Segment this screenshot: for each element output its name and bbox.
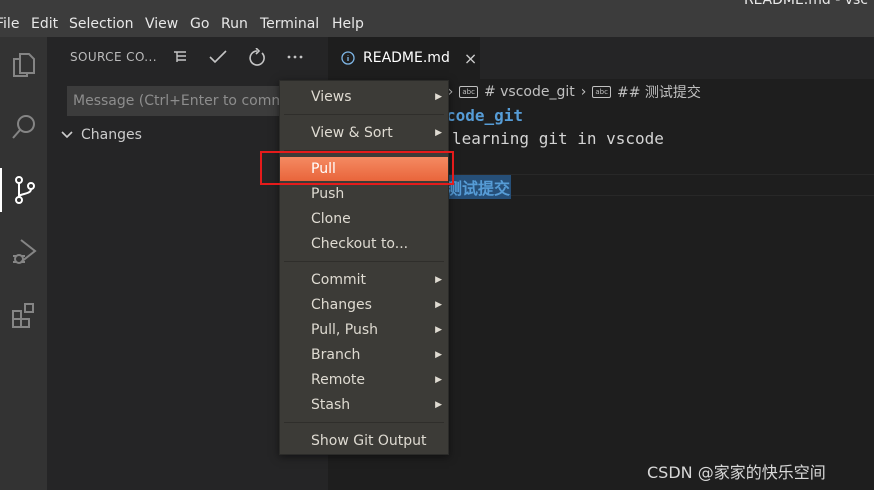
refresh-icon[interactable] (246, 45, 268, 69)
explorer-icon[interactable] (0, 43, 47, 87)
submenu-arrow-icon: ▶ (435, 92, 442, 102)
menu-item-show-git-output[interactable]: Show Git Output (280, 429, 448, 453)
menu-item-changes[interactable]: Changes ▶ (280, 293, 448, 317)
watermark: CSDN @家家的快乐空间 (647, 463, 826, 482)
submenu-arrow-icon: ▶ (435, 300, 442, 310)
source-control-icon[interactable] (0, 168, 47, 212)
menu-view[interactable]: View (145, 16, 178, 32)
editor-line-3[interactable]: 测试提交 (445, 175, 512, 199)
sidebar-title: SOURCE CO... (70, 50, 157, 64)
menu-item-label: Changes (311, 297, 372, 313)
submenu-arrow-icon: ▶ (435, 350, 442, 360)
submenu-arrow-icon: ▶ (435, 128, 442, 138)
menu-item-label: Push (311, 186, 345, 202)
menu-item-branch[interactable]: Branch ▶ (280, 343, 448, 367)
menu-go[interactable]: Go (190, 16, 209, 32)
search-icon[interactable] (0, 105, 47, 149)
menu-item-label: View & Sort (311, 125, 393, 141)
menu-item-remote[interactable]: Remote ▶ (280, 368, 448, 392)
chevron-right-icon: › (580, 84, 587, 100)
info-icon (341, 51, 355, 65)
menu-selection[interactable]: Selection (69, 16, 134, 32)
menu-terminal[interactable]: Terminal (260, 16, 319, 32)
menu-item-pull-push[interactable]: Pull, Push ▶ (280, 318, 448, 342)
close-icon[interactable]: × (464, 49, 477, 68)
submenu-arrow-icon: ▶ (435, 325, 442, 335)
editor-tabs: README.md × (328, 37, 874, 79)
breadcrumb-h2[interactable]: ## 测试提交 (617, 82, 701, 102)
string-symbol-icon: abc (459, 86, 478, 98)
extensions-icon[interactable] (0, 293, 47, 337)
menu-help[interactable]: Help (332, 16, 364, 32)
menu-item-label: Clone (311, 211, 351, 227)
tree-view-icon[interactable] (169, 45, 191, 69)
menu-item-stash[interactable]: Stash ▶ (280, 393, 448, 417)
tab-label: README.md (363, 50, 450, 66)
chevron-down-icon (61, 131, 73, 139)
menu-separator (284, 114, 444, 115)
changes-group[interactable]: Changes (61, 127, 142, 143)
menu-item-commit[interactable]: Commit ▶ (280, 268, 448, 292)
editor-line-2[interactable]: learning git in vscode (452, 129, 664, 148)
source-control-more-actions-menu: Views ▶ View & Sort ▶ Pull Push Clone Chec… (279, 80, 449, 455)
window-title: README.md - vsc (743, 0, 868, 8)
run-debug-icon[interactable] (0, 230, 47, 274)
editor-line-1[interactable]: code_git (446, 106, 523, 125)
menu-separator (284, 261, 444, 262)
menu-item-push[interactable]: Push (280, 182, 448, 206)
menu-run[interactable]: Run (221, 16, 248, 32)
menu-item-label: Show Git Output (311, 433, 427, 449)
changes-label: Changes (81, 127, 142, 143)
menu-item-views[interactable]: Views ▶ (280, 85, 448, 109)
commit-check-icon[interactable] (207, 45, 229, 69)
menu-item-label: Remote (311, 372, 366, 388)
tab-readme[interactable]: README.md × (328, 37, 480, 79)
menu-edit[interactable]: Edit (31, 16, 58, 32)
menu-file[interactable]: File (0, 16, 19, 32)
menu-bar: File Edit Selection View Go Run Terminal… (0, 0, 874, 37)
menu-item-view-sort[interactable]: View & Sort ▶ (280, 121, 448, 145)
breadcrumb: nd › abc # vscode_git › abc ## 测试提交 (424, 82, 701, 102)
submenu-arrow-icon: ▶ (435, 275, 442, 285)
menu-item-clone[interactable]: Clone (280, 207, 448, 231)
string-symbol-icon: abc (592, 86, 611, 98)
breadcrumb-h1[interactable]: # vscode_git (484, 84, 575, 100)
submenu-arrow-icon: ▶ (435, 400, 442, 410)
annotation-highlight-box (260, 151, 454, 185)
menu-item-label: Views (311, 89, 352, 105)
menu-item-label: Branch (311, 347, 361, 363)
menu-item-label: Commit (311, 272, 366, 288)
menu-item-label: Stash (311, 397, 351, 413)
menu-item-checkout[interactable]: Checkout to... (280, 232, 448, 256)
menu-item-label: Pull, Push (311, 322, 378, 338)
menu-separator (284, 422, 444, 423)
more-actions-icon[interactable] (284, 45, 306, 69)
submenu-arrow-icon: ▶ (435, 375, 442, 385)
menu-item-label: Checkout to... (311, 236, 409, 252)
activity-bar (0, 37, 47, 490)
